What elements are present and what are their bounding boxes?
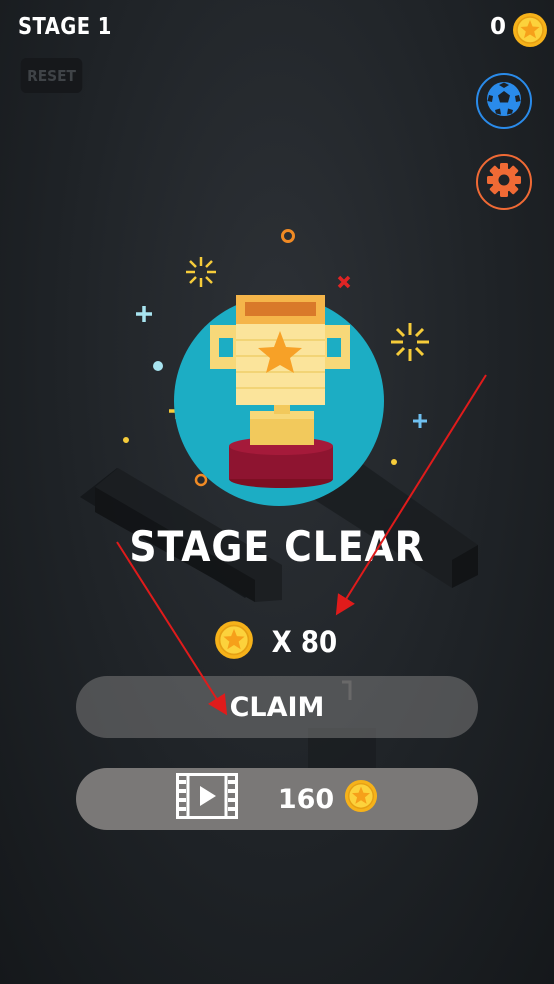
reward-row: X 80 bbox=[0, 620, 554, 664]
ad-reward: 160 bbox=[278, 779, 378, 820]
stage-clear-title: STAGE CLEAR bbox=[129, 522, 425, 571]
reward-amount: X 80 bbox=[271, 625, 337, 659]
coin-icon bbox=[214, 620, 254, 664]
ad-reward-amount: 160 bbox=[277, 783, 335, 815]
coin-icon bbox=[344, 779, 378, 820]
claim-button[interactable]: CLAIM bbox=[76, 676, 478, 738]
video-play-icon bbox=[175, 772, 238, 826]
watch-ad-button[interactable]: 160 bbox=[76, 768, 478, 830]
